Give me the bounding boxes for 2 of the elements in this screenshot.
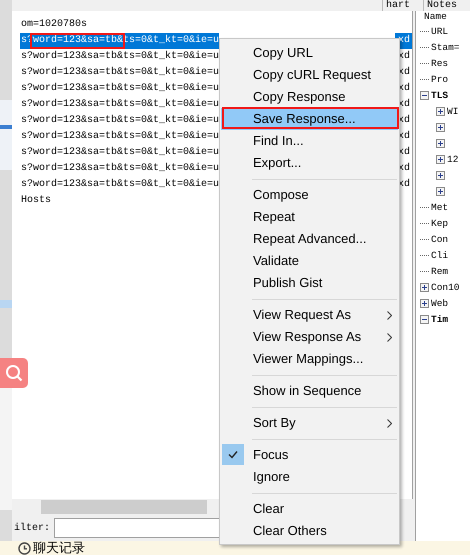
tree-heading: Name [423,11,448,23]
filter-label: ilter: [14,522,50,534]
